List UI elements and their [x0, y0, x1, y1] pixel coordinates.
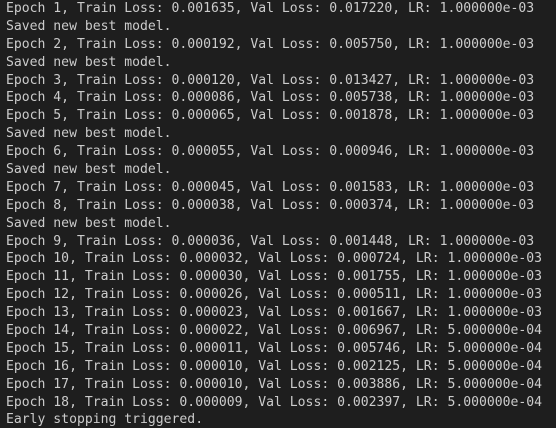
- log-line: Epoch 5, Train Loss: 0.000065, Val Loss:…: [6, 108, 535, 124]
- log-line: Epoch 8, Train Loss: 0.000038, Val Loss:…: [6, 197, 535, 213]
- log-line: Saved new best model.: [6, 126, 172, 142]
- log-line: Epoch 9, Train Loss: 0.000036, Val Loss:…: [6, 233, 535, 249]
- log-line: Epoch 6, Train Loss: 0.000055, Val Loss:…: [6, 144, 535, 160]
- log-line: Epoch 17, Train Loss: 0.000010, Val Loss…: [6, 376, 543, 392]
- log-line: Saved new best model.: [6, 54, 172, 70]
- log-line: Epoch 14, Train Loss: 0.000022, Val Loss…: [6, 323, 543, 339]
- log-line: Epoch 1, Train Loss: 0.001635, Val Loss:…: [6, 1, 535, 16]
- log-line: Epoch 18, Train Loss: 0.000009, Val Loss…: [6, 394, 543, 410]
- training-output-console: Epoch 1, Train Loss: 0.001635, Val Loss:…: [0, 0, 556, 428]
- log-line: Epoch 7, Train Loss: 0.000045, Val Loss:…: [6, 179, 535, 195]
- log-line: Epoch 11, Train Loss: 0.000030, Val Loss…: [6, 269, 543, 285]
- log-line: Epoch 4, Train Loss: 0.000086, Val Loss:…: [6, 90, 535, 106]
- log-line: Epoch 16, Train Loss: 0.000010, Val Loss…: [6, 358, 543, 374]
- log-line: Epoch 15, Train Loss: 0.000011, Val Loss…: [6, 340, 543, 356]
- log-line: Epoch 13, Train Loss: 0.000023, Val Loss…: [6, 305, 543, 321]
- log-line: Saved new best model.: [6, 215, 172, 231]
- log-line: Saved new best model.: [6, 18, 172, 34]
- log-line: Epoch 12, Train Loss: 0.000026, Val Loss…: [6, 287, 543, 303]
- log-line: Epoch 10, Train Loss: 0.000032, Val Loss…: [6, 251, 543, 267]
- log-line: Saved new best model.: [6, 162, 172, 178]
- log-line: Early stopping triggered.: [6, 412, 204, 428]
- log-line: Epoch 2, Train Loss: 0.000192, Val Loss:…: [6, 36, 535, 52]
- log-line: Epoch 3, Train Loss: 0.000120, Val Loss:…: [6, 72, 535, 88]
